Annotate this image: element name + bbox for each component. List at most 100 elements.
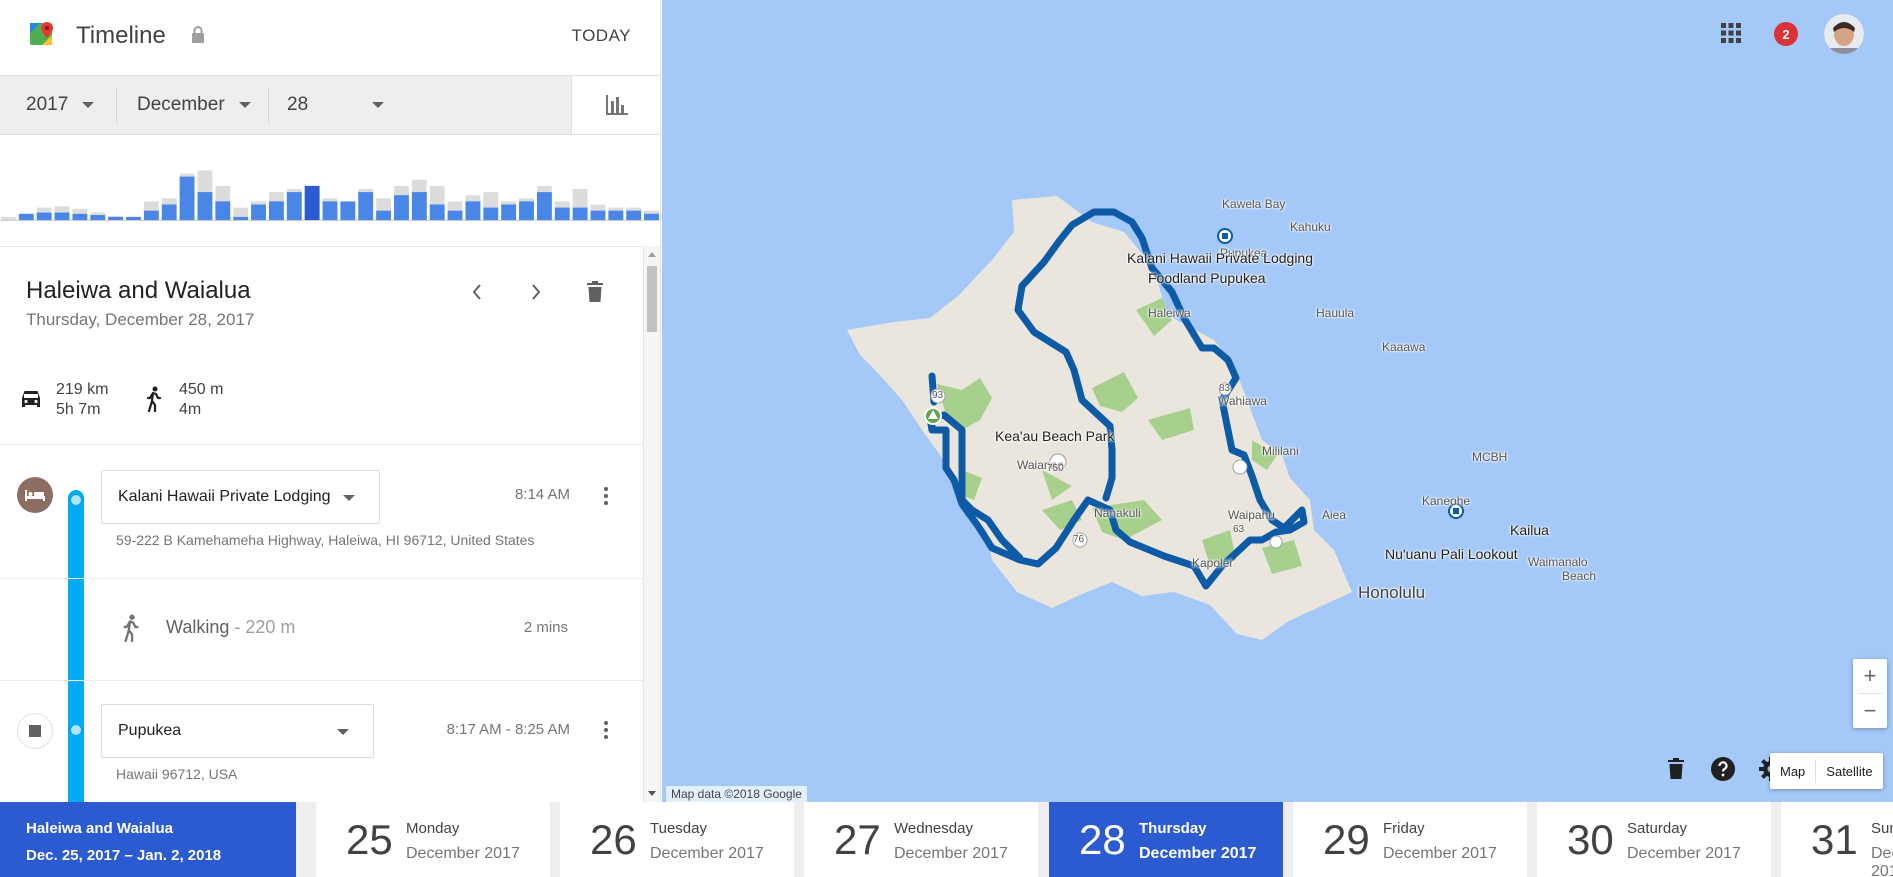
scrollbar[interactable] xyxy=(643,246,660,802)
divider xyxy=(116,88,117,124)
histogram-bar[interactable] xyxy=(483,207,499,220)
drive-duration: 5h 7m xyxy=(56,401,101,418)
more-options-icon[interactable] xyxy=(596,482,616,510)
highway-label: 76 xyxy=(1073,534,1085,545)
chevron-down-icon xyxy=(337,729,349,735)
map-label-kailua[interactable]: Kailua xyxy=(1510,522,1549,538)
day-card[interactable]: 26 Tuesday December 2017 xyxy=(560,802,794,877)
day-select[interactable]: 28 xyxy=(287,76,385,134)
histogram-bar[interactable] xyxy=(72,213,88,220)
map-label-foodland[interactable]: Foodland Pupukea xyxy=(1148,270,1266,286)
help-button[interactable] xyxy=(1709,755,1737,783)
apps-grid-icon[interactable] xyxy=(1720,22,1742,44)
map-label-nuuanu[interactable]: Nu'uanu Pali Lookout xyxy=(1385,546,1518,562)
activity-label[interactable]: Walking - 220 m xyxy=(166,617,295,638)
day-card[interactable]: 25 Monday December 2017 xyxy=(316,802,550,877)
zoom-in-button[interactable]: + xyxy=(1853,659,1887,693)
highway-label: 93 xyxy=(932,390,944,401)
histogram-bar[interactable] xyxy=(519,201,534,220)
scrollbar-thumb[interactable] xyxy=(647,266,657,332)
map-label-keaau[interactable]: Kea'au Beach Park xyxy=(995,428,1114,444)
place-address: Hawaii 96712, USA xyxy=(116,766,238,782)
histogram-bar[interactable] xyxy=(394,195,409,220)
avatar[interactable] xyxy=(1824,14,1864,54)
histogram-bar[interactable] xyxy=(501,204,517,221)
histogram-bar[interactable] xyxy=(322,201,338,220)
map-attribution[interactable]: Map data ©2018 Google xyxy=(666,786,807,802)
histogram-bar[interactable] xyxy=(429,204,445,221)
delete-map-button[interactable] xyxy=(1662,755,1690,783)
lock-icon[interactable] xyxy=(188,24,208,46)
histogram-bar[interactable] xyxy=(286,192,302,220)
year-select[interactable]: 2017 xyxy=(26,76,95,134)
histogram-bar[interactable] xyxy=(90,215,106,220)
zoom-out-button[interactable]: − xyxy=(1853,694,1887,728)
histogram-bar[interactable] xyxy=(18,213,34,220)
place-select-pupukea[interactable]: Pupukea xyxy=(101,704,374,758)
map-label: Kaaawa xyxy=(1382,340,1426,354)
histogram-bar[interactable] xyxy=(626,210,642,220)
histogram-bar[interactable] xyxy=(554,207,570,220)
place-select-lodging[interactable]: Kalani Hawaii Private Lodging xyxy=(101,470,380,524)
day-card[interactable]: 27 Wednesday December 2017 xyxy=(804,802,1038,877)
year-select-value: 2017 xyxy=(26,94,69,115)
delete-day-button[interactable] xyxy=(580,277,610,307)
histogram-bar[interactable] xyxy=(590,210,606,220)
more-options-icon[interactable] xyxy=(596,716,616,744)
map-type-control: Map Satellite xyxy=(1770,753,1883,789)
histogram-bar[interactable] xyxy=(268,201,284,220)
today-button[interactable]: TODAY xyxy=(572,26,632,46)
histogram-bar[interactable] xyxy=(358,192,374,220)
histogram-bar[interactable] xyxy=(644,213,659,220)
histogram-bar[interactable] xyxy=(251,204,266,221)
histogram-bar[interactable] xyxy=(233,216,249,220)
activity-histogram[interactable] xyxy=(0,150,661,222)
histogram-bar[interactable] xyxy=(608,210,624,220)
histogram-bar[interactable] xyxy=(572,207,588,220)
map-type-map-button[interactable]: Map xyxy=(1770,753,1815,789)
help-icon xyxy=(1711,757,1735,781)
day-card[interactable]: 30 Saturday December 2017 xyxy=(1537,802,1771,877)
histogram-bar[interactable] xyxy=(179,176,195,220)
trip-summary-card[interactable]: Haleiwa and Waialua Dec. 25, 2017 – Jan.… xyxy=(0,802,296,877)
day-card[interactable]: 29 Friday December 2017 xyxy=(1293,802,1527,877)
map-label-city: Honolulu xyxy=(1358,583,1426,602)
histogram-bar[interactable] xyxy=(215,201,231,220)
day-number: 25 xyxy=(346,816,393,863)
highway-label: 83 xyxy=(1219,383,1231,394)
histogram-bar[interactable] xyxy=(465,201,481,220)
scroll-down-icon[interactable] xyxy=(648,791,656,796)
histogram-bar[interactable] xyxy=(108,216,124,220)
day-card[interactable]: 31 Sunday December 2017 xyxy=(1781,802,1893,877)
histogram-bar[interactable] xyxy=(340,201,356,220)
histogram-bar[interactable] xyxy=(376,210,392,220)
histogram-bar[interactable] xyxy=(36,212,52,220)
histogram-bar[interactable] xyxy=(411,192,427,220)
map-type-satellite-button[interactable]: Satellite xyxy=(1816,753,1882,789)
next-day-button[interactable] xyxy=(521,277,551,307)
place-address: 59-222 B Kamehameha Highway, Haleiwa, HI… xyxy=(116,532,535,548)
histogram-bar[interactable] xyxy=(54,212,70,220)
map-view[interactable]: Kawela Bay Kahuku Pupukea Kalani Hawaii … xyxy=(662,0,1893,802)
histogram-bar[interactable] xyxy=(447,210,463,220)
walk-duration: 4m xyxy=(179,401,202,418)
day-weekday: Tuesday xyxy=(650,820,707,837)
divider xyxy=(268,88,269,124)
histogram-bar[interactable] xyxy=(304,185,320,220)
histogram-bar[interactable] xyxy=(126,216,141,220)
notifications-badge[interactable]: 2 xyxy=(1774,22,1798,46)
app-header: Timeline TODAY xyxy=(0,0,660,75)
map-label-lodging[interactable]: Kalani Hawaii Private Lodging xyxy=(1127,250,1313,266)
scroll-up-icon[interactable] xyxy=(648,252,656,257)
day-month: December 2017 xyxy=(1383,845,1497,862)
stats-button[interactable] xyxy=(571,76,660,134)
histogram-bar[interactable] xyxy=(161,204,177,221)
histogram-bar[interactable] xyxy=(143,210,159,220)
histogram-bar[interactable] xyxy=(536,192,552,220)
previous-day-button[interactable] xyxy=(462,277,492,307)
activity-duration: 2 mins xyxy=(523,619,568,636)
day-weekday: Wednesday xyxy=(894,820,973,837)
month-select[interactable]: December xyxy=(137,76,251,134)
day-card-selected[interactable]: 28 Thursday December 2017 xyxy=(1049,802,1283,877)
histogram-bar[interactable] xyxy=(197,192,213,220)
